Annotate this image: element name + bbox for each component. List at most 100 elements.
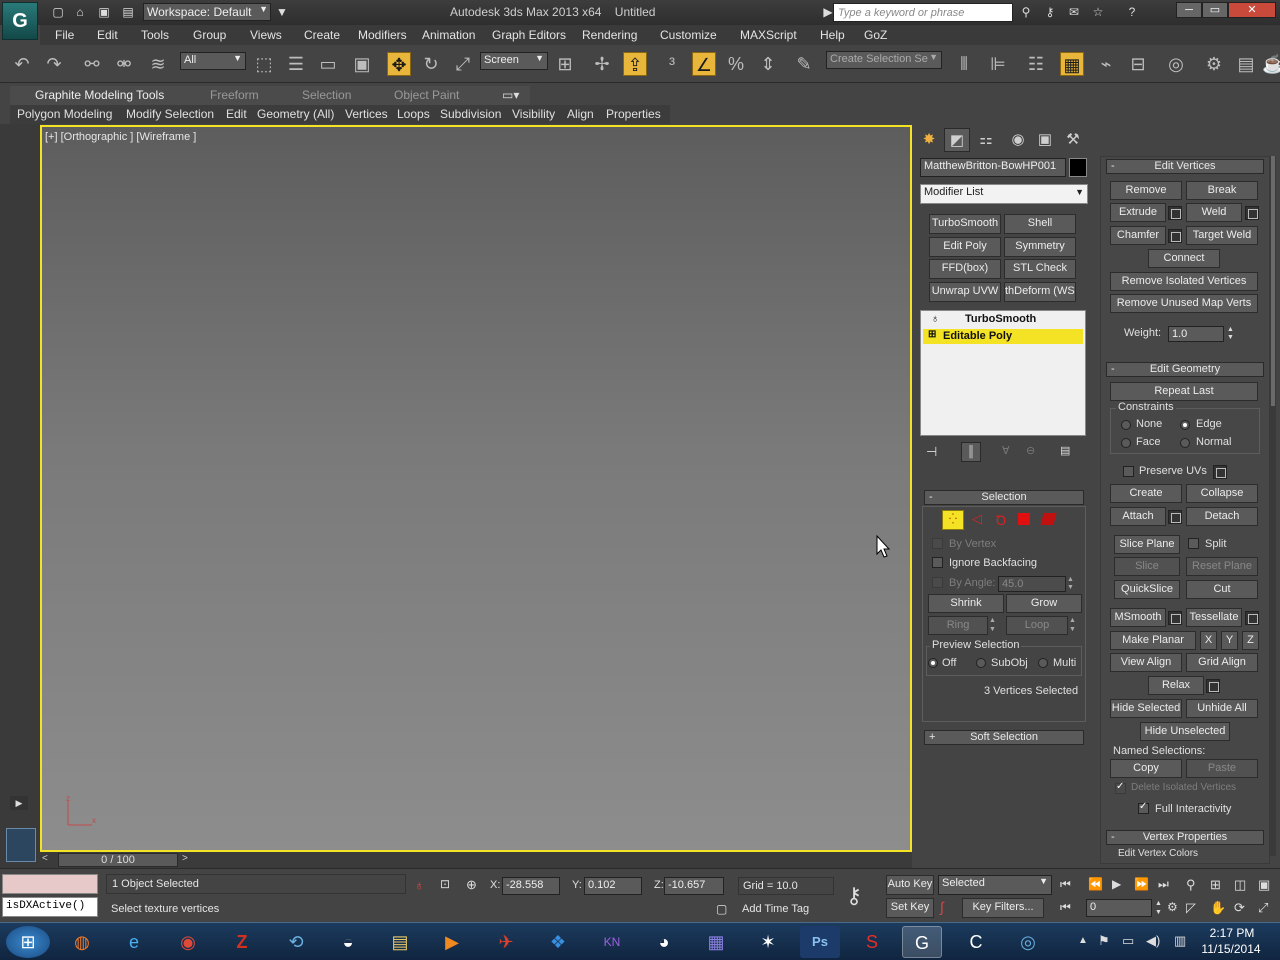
pivot-center-icon[interactable]: ⊞ [553, 52, 577, 76]
expand-icon[interactable]: ⊞ [928, 329, 936, 340]
by-angle-checkbox[interactable] [932, 577, 943, 588]
x-coordinate-field[interactable]: -28.558 [502, 877, 560, 895]
play-icon[interactable]: ▶ [1112, 877, 1121, 891]
auto-key-button[interactable]: Auto Key [886, 875, 934, 895]
app-icon[interactable]: ◒ [328, 926, 368, 958]
percent-snap-icon[interactable]: % [724, 52, 748, 76]
favorites-star-icon[interactable]: ☆ [1090, 4, 1106, 20]
hierarchy-tab-icon[interactable]: ⚏ [973, 128, 999, 152]
attach-button[interactable]: Attach [1110, 507, 1166, 526]
orbit-icon[interactable]: ⟳ [1234, 900, 1245, 916]
named-selection-sets-dropdown[interactable]: Create Selection Se ▼ [826, 51, 942, 69]
menu-maxscript[interactable]: MAXScript [740, 28, 797, 42]
modifier-unwrap-uvw-button[interactable]: Unwrap UVW [929, 282, 1001, 302]
reference-coordinate-dropdown[interactable]: Screen ▼ [480, 52, 548, 70]
maximize-button[interactable]: ▭ [1202, 2, 1228, 18]
frame-spinner-icon[interactable]: ▲ ▼ [1155, 899, 1163, 917]
menu-file[interactable]: File [55, 28, 74, 42]
modifier-symmetry-button[interactable]: Symmetry [1004, 237, 1076, 257]
time-slider-prev-icon[interactable]: < [42, 853, 56, 867]
game-app-icon[interactable]: ◕ [644, 926, 684, 958]
default-in-out-tangent-icon[interactable]: ∫ [940, 899, 944, 915]
network-icon[interactable]: ▥ [1174, 933, 1186, 949]
msmooth-button[interactable]: MSmooth [1110, 608, 1166, 627]
create-tab-icon[interactable]: ✸ [916, 128, 942, 152]
extrude-button[interactable]: Extrude [1110, 203, 1166, 222]
time-tag-icon[interactable]: ▢ [716, 902, 727, 916]
modifier-turbosmooth-button[interactable]: TurboSmooth [929, 214, 1001, 234]
subscription-icon[interactable]: ✉ [1066, 4, 1082, 20]
attach-settings-icon[interactable] [1168, 510, 1182, 524]
filezilla-icon[interactable]: Z [222, 926, 262, 958]
hide-selected-button[interactable]: Hide Selected [1110, 699, 1182, 718]
select-by-name-icon[interactable]: ☰ [284, 52, 308, 76]
full-interactivity-checkbox[interactable] [1138, 801, 1149, 814]
relax-settings-icon[interactable] [1206, 679, 1220, 693]
start-button-icon[interactable]: ⊞ [6, 926, 50, 958]
next-frame-icon[interactable]: ⏩ [1134, 877, 1149, 891]
tab-selection[interactable]: Selection [302, 88, 351, 102]
view-align-button[interactable]: View Align [1110, 653, 1182, 672]
panel-visibility[interactable]: Visibility [512, 107, 555, 121]
slice-plane-button[interactable]: Slice Plane [1114, 535, 1180, 554]
select-and-link-icon[interactable]: ⚯ [80, 52, 104, 76]
preview-multi-radio[interactable] [1038, 658, 1048, 668]
tab-freeform[interactable]: Freeform [210, 88, 259, 102]
minimize-button[interactable]: ─ [1176, 2, 1202, 18]
create-button[interactable]: Create [1110, 484, 1182, 503]
constraint-face-radio[interactable] [1121, 438, 1131, 448]
cut-button[interactable]: Cut [1186, 580, 1258, 599]
new-file-icon[interactable]: ▢ [50, 4, 66, 20]
maxscript-mini-listener[interactable]: isDXActive() [2, 897, 98, 917]
zbrush-icon[interactable]: ✶ [748, 926, 788, 958]
unlink-icon[interactable]: ⚮ [112, 52, 136, 76]
set-keys-key-icon[interactable]: ⚷ [846, 883, 862, 909]
menu-modifiers[interactable]: Modifiers [358, 28, 407, 42]
target-weld-button[interactable]: Target Weld [1186, 226, 1258, 245]
selection-rollout-header[interactable]: - Selection [924, 490, 1084, 505]
copy-button[interactable]: Copy [1110, 759, 1182, 778]
viewport-orthographic[interactable]: z x [40, 125, 912, 852]
stack-item-turbosmooth[interactable]: ♁ TurboSmooth [923, 313, 1083, 327]
bind-space-warp-icon[interactable]: ≋ [146, 52, 170, 76]
vertex-properties-rollout-header[interactable]: - Vertex Properties [1106, 830, 1264, 845]
ring-button[interactable]: Ring [928, 616, 988, 635]
panel-geometry-all[interactable]: Geometry (All) [257, 107, 334, 121]
spinner-arrows-icon[interactable]: ▲ ▼ [1067, 576, 1077, 592]
panel-edit[interactable]: Edit [226, 107, 247, 121]
close-button[interactable]: ✕ [1228, 2, 1276, 18]
media-player-icon[interactable]: ▶ [432, 926, 472, 958]
layer-manager-icon[interactable]: ☷ [1024, 52, 1048, 76]
slice-button[interactable]: Slice [1114, 557, 1180, 576]
clock-date[interactable]: 11/15/2014 [1196, 942, 1266, 956]
panel-vertices[interactable]: Vertices [345, 107, 388, 121]
edit-named-selection-icon[interactable]: ✎ [792, 52, 816, 76]
render-icon[interactable]: ☕ [1262, 52, 1280, 76]
angle-snap-icon[interactable]: ∠ [692, 52, 716, 76]
menu-create[interactable]: Create [304, 28, 340, 42]
modifier-list-dropdown[interactable]: Modifier List ▼ [920, 184, 1088, 204]
modifier-shell-button[interactable]: Shell [1004, 214, 1076, 234]
workspace-dropdown[interactable]: Workspace: Default ▼ [143, 3, 271, 21]
volume-icon[interactable]: ◀) [1146, 933, 1160, 949]
chevron-down-icon[interactable]: ▼ [274, 4, 290, 20]
browser-app-icon[interactable]: ✈ [486, 926, 526, 958]
shrink-button[interactable]: Shrink [928, 594, 1004, 613]
constraint-normal-radio[interactable] [1180, 438, 1190, 448]
weight-spinner[interactable]: 1.0 [1168, 326, 1224, 342]
remove-isolated-vertices-button[interactable]: Remove Isolated Vertices [1110, 272, 1258, 291]
material-editor-icon[interactable]: ◎ [1164, 52, 1188, 76]
collapse-button[interactable]: Collapse [1186, 484, 1258, 503]
edge-mode-icon[interactable]: ◁ [968, 511, 986, 529]
remove-button[interactable]: Remove [1110, 181, 1182, 200]
select-and-scale-icon[interactable]: ⤢ [451, 52, 475, 76]
photoshop-icon[interactable]: Ps [800, 926, 840, 958]
key-mode-toggle-icon[interactable]: ⏮ [1060, 900, 1071, 915]
steam-app-icon[interactable]: ◎ [1008, 926, 1048, 958]
modifier-ffd-box-button[interactable]: FFD(box) [929, 259, 1001, 279]
menu-help[interactable]: Help [820, 28, 845, 42]
maximize-viewport-icon[interactable]: ⤢ [1258, 900, 1268, 916]
tray-expand-icon[interactable]: ▲ [1078, 935, 1088, 946]
zoom-extents-all-icon[interactable]: ▣ [1258, 877, 1270, 893]
internet-explorer-icon[interactable]: e [114, 926, 154, 958]
